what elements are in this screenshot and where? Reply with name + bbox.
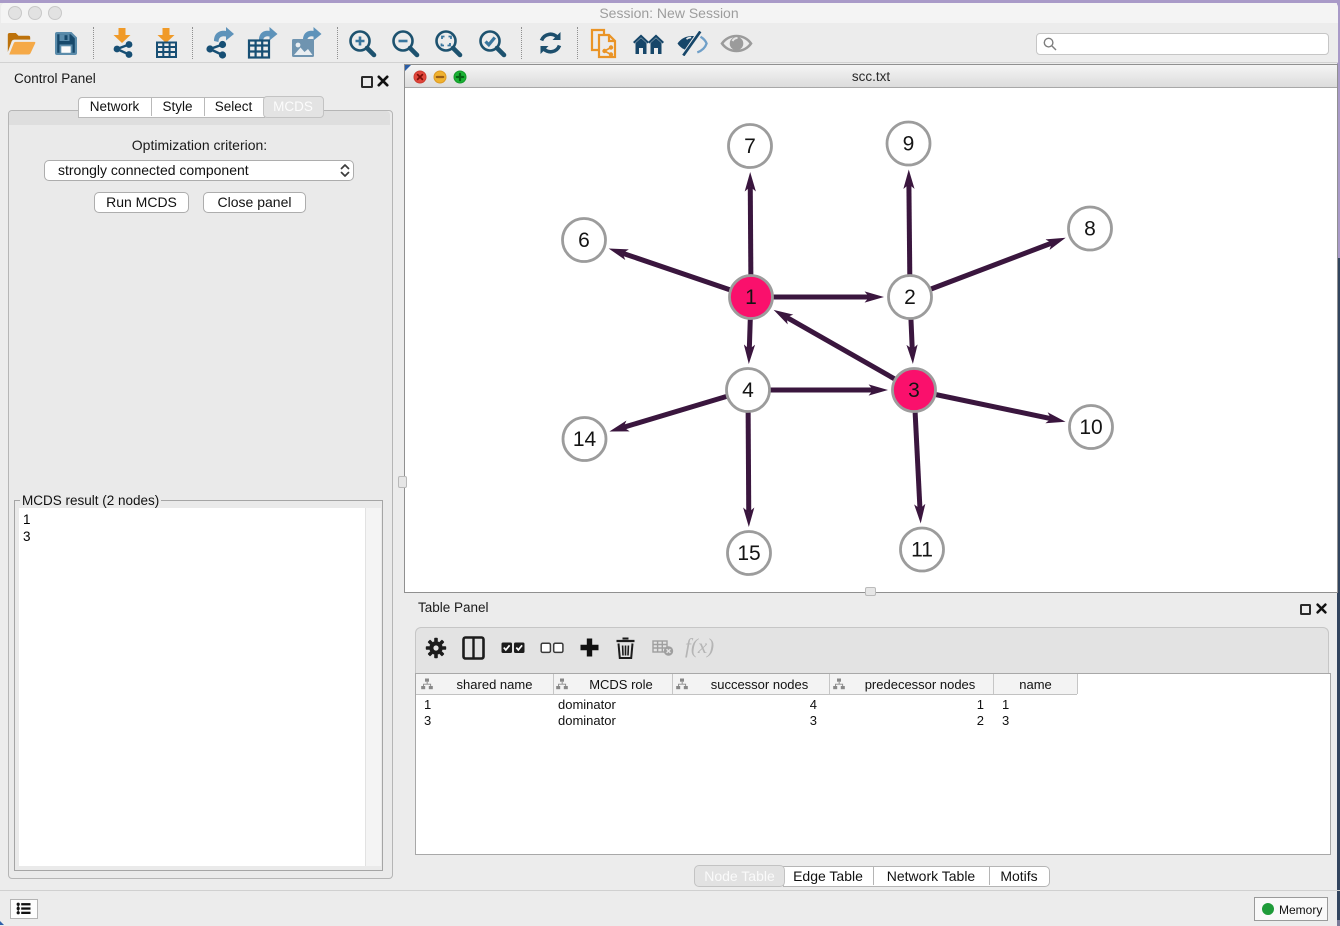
svg-text:4: 4	[742, 379, 754, 402]
svg-text:8: 8	[1084, 218, 1096, 241]
svg-text:3: 3	[908, 379, 920, 402]
svg-text:10: 10	[1079, 416, 1102, 439]
svg-text:1: 1	[745, 286, 757, 309]
svg-text:7: 7	[744, 135, 756, 158]
svg-text:9: 9	[903, 133, 915, 156]
svg-text:14: 14	[573, 428, 597, 451]
svg-text:15: 15	[737, 542, 760, 565]
svg-text:2: 2	[904, 286, 916, 309]
svg-text:11: 11	[911, 539, 933, 562]
svg-text:6: 6	[578, 229, 590, 252]
